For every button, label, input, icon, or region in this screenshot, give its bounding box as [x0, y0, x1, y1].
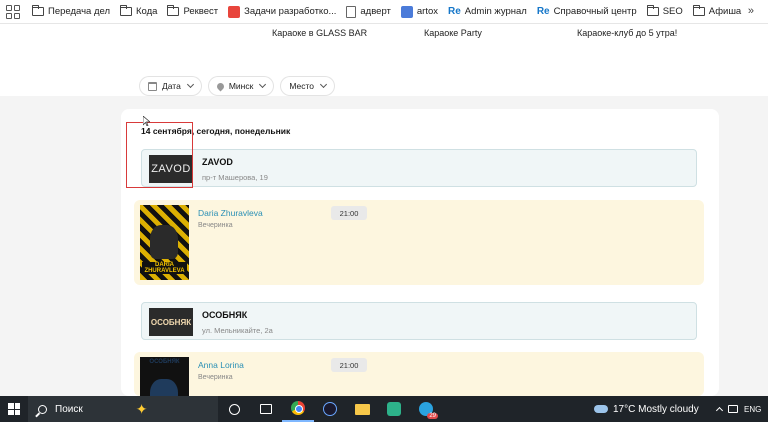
mouse-cursor-icon: [143, 116, 150, 126]
event-time-badge[interactable]: 21:00: [331, 206, 367, 220]
date-filter[interactable]: Дата: [140, 77, 201, 95]
place-filter-label: Место: [289, 81, 315, 91]
search-label: Поиск: [55, 403, 83, 415]
bookmark-help-center[interactable]: Re Справочный центр: [537, 6, 637, 17]
highlight-box: [126, 122, 193, 188]
apps-grid-icon[interactable]: [6, 4, 20, 19]
sparkle-icon: ✦: [135, 400, 148, 417]
telegram-taskbar-button[interactable]: 29: [410, 396, 442, 422]
chevron-down-icon: [186, 80, 194, 89]
task-view-button[interactable]: [250, 396, 282, 422]
place-filter[interactable]: Место: [281, 77, 335, 95]
telegram-icon: 29: [419, 402, 438, 419]
poster-caption: DARIA ZHURAVLEVA: [142, 262, 187, 274]
circle-icon: [228, 403, 240, 415]
event-row[interactable]: DARIA ZHURAVLEVA Daria Zhuravleva Вечери…: [134, 200, 704, 285]
weather-text: 17°C Mostly cloudy: [613, 403, 699, 415]
notification-badge: 29: [427, 413, 438, 419]
filters-bar: Дата Минск Место: [140, 77, 335, 95]
bookmark-label: Кода: [136, 6, 158, 17]
bookmark-label: SEO: [662, 6, 683, 17]
bookmark-label: Admin журнал: [464, 6, 527, 17]
weather-widget[interactable]: 17°C Mostly cloudy: [594, 396, 699, 422]
bookmark-seo[interactable]: SEO: [646, 5, 683, 17]
chevron-up-icon[interactable]: [715, 406, 724, 415]
chevron-down-icon: [259, 80, 267, 89]
folder-icon: [32, 5, 44, 16]
task-view-icon: [260, 404, 272, 414]
folder-icon: [120, 5, 133, 16]
bookmark-peredacha[interactable]: Передача дел: [32, 5, 111, 17]
bookmark-label: адверт: [360, 6, 391, 17]
bookmark-label: artox: [416, 6, 438, 17]
karaoke-link-glass-bar[interactable]: Караоке в GLASS BAR: [272, 28, 367, 38]
chevron-down-icon: [319, 80, 328, 89]
folder-icon: [646, 5, 659, 16]
bookmark-admin[interactable]: Re Admin журнал: [448, 6, 527, 17]
event-poster[interactable]: ОСОБНЯК: [140, 357, 189, 396]
venue-logo: ОСОБНЯК: [149, 308, 193, 336]
bookmarks-more-icon[interactable]: »: [748, 5, 754, 17]
taskbar-search[interactable]: Поиск ✦: [28, 396, 218, 422]
blue-favicon-icon: [400, 5, 413, 18]
karaoke-link-club[interactable]: Караоке-клуб до 5 утра!: [577, 28, 677, 38]
event-time-badge[interactable]: 21:00: [331, 358, 367, 372]
app-taskbar-button[interactable]: [314, 396, 346, 422]
folder-icon: [692, 5, 705, 16]
venue-name: ZAVOD: [202, 157, 233, 167]
app2-taskbar-button[interactable]: [378, 396, 410, 422]
weather-cloud-icon: [594, 401, 608, 413]
date-filter-label: Дата: [162, 81, 181, 91]
network-icon[interactable]: [728, 405, 738, 413]
bookmark-label: Передача дел: [48, 6, 111, 17]
bookmark-afisha[interactable]: Афиша: [692, 5, 742, 17]
bookmark-koda[interactable]: Кода: [120, 5, 158, 17]
start-button[interactable]: [0, 396, 28, 422]
windows-logo-icon: [8, 403, 20, 415]
venue-address: ул. Мельникайте, 2а: [202, 326, 273, 335]
location-pin-icon: [215, 81, 226, 91]
city-filter[interactable]: Минск: [208, 77, 274, 95]
language-indicator[interactable]: ENG: [744, 405, 761, 414]
re-favicon-icon: Re: [448, 6, 461, 17]
system-tray: ENG: [715, 396, 761, 422]
bookmark-request[interactable]: Реквест: [167, 5, 219, 17]
bookmark-label: Реквест: [183, 6, 219, 17]
app-icon: [323, 402, 337, 416]
windows-taskbar: Поиск ✦ 29 17°C Mostly cloudy ENG: [0, 396, 768, 422]
bookmark-artox[interactable]: artox: [400, 5, 438, 18]
search-icon: [38, 404, 47, 414]
calendar-icon: [148, 81, 157, 91]
bookmarks-bar: Передача дел Кода Реквест Задачи разрабо…: [0, 0, 768, 24]
bookmark-label: Задачи разработко...: [244, 6, 337, 17]
chrome-icon: [291, 401, 305, 415]
event-title-link[interactable]: Daria Zhuravleva: [198, 208, 263, 218]
bookmark-label: Справочный центр: [553, 6, 637, 17]
venue-address: пр-т Машерова, 19: [202, 173, 268, 182]
bookmark-advert[interactable]: адверт: [346, 5, 391, 18]
cortana-button[interactable]: [218, 396, 250, 422]
event-row[interactable]: ОСОБНЯК Anna Lorina Вечеринка 21:00: [134, 352, 704, 396]
page-icon: [346, 5, 357, 18]
poster-caption: ОСОБНЯК: [149, 359, 180, 365]
folder-icon: [354, 403, 370, 415]
event-type: Вечеринка: [198, 222, 233, 229]
city-filter-label: Минск: [228, 81, 254, 91]
venue-row-zavod[interactable]: ZAVOD ZAVOD пр-т Машерова, 19: [141, 149, 697, 187]
green-app-icon: [387, 402, 401, 416]
event-title-link[interactable]: Anna Lorina: [198, 360, 244, 370]
event-poster[interactable]: DARIA ZHURAVLEVA: [140, 205, 189, 280]
bookmark-label: Афиша: [708, 6, 742, 17]
event-type: Вечеринка: [198, 374, 233, 381]
bookmark-zadachi[interactable]: Задачи разработко...: [228, 5, 337, 18]
venue-row-osobnyak[interactable]: ОСОБНЯК ОСОБНЯК ул. Мельникайте, 2а: [141, 302, 697, 340]
re-favicon-icon: Re: [536, 6, 550, 17]
karaoke-link-party[interactable]: Караоке Party: [424, 28, 482, 38]
folder-icon: [167, 5, 180, 16]
venue-name: ОСОБНЯК: [202, 310, 248, 320]
explorer-taskbar-button[interactable]: [346, 396, 378, 422]
red-favicon-icon: [228, 5, 241, 18]
chrome-taskbar-button[interactable]: [282, 396, 314, 422]
